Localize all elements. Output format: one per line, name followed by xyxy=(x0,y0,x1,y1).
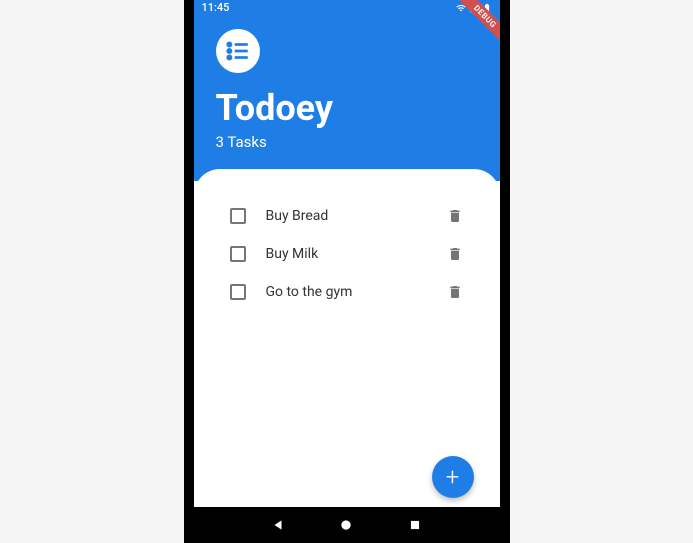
delete-button[interactable] xyxy=(446,283,464,301)
trash-icon xyxy=(447,246,463,262)
phone-frame: 11:45 DEBUG Todoey 3 Tasks xyxy=(184,0,510,543)
task-label: Buy Milk xyxy=(266,246,426,262)
task-row: Go to the gym xyxy=(220,273,474,311)
delete-button[interactable] xyxy=(446,245,464,263)
plus-icon: + xyxy=(446,463,460,491)
task-label: Go to the gym xyxy=(266,284,426,300)
nav-back-button[interactable] xyxy=(271,518,285,532)
phone-screen: 11:45 DEBUG Todoey 3 Tasks xyxy=(194,0,500,543)
square-recent-icon xyxy=(408,518,422,532)
nav-home-button[interactable] xyxy=(339,518,353,532)
trash-icon xyxy=(447,284,463,300)
android-nav-bar xyxy=(194,507,500,543)
task-checkbox[interactable] xyxy=(230,246,246,262)
task-row: Buy Milk xyxy=(220,235,474,273)
circle-home-icon xyxy=(339,518,353,532)
menu-button[interactable] xyxy=(216,29,260,73)
list-icon xyxy=(225,38,251,64)
task-checkbox[interactable] xyxy=(230,284,246,300)
delete-button[interactable] xyxy=(446,207,464,225)
status-bar: 11:45 xyxy=(194,0,500,15)
add-task-fab[interactable]: + xyxy=(432,456,474,498)
app-title: Todoey xyxy=(216,87,478,129)
task-count: 3 Tasks xyxy=(216,133,478,151)
task-label: Buy Bread xyxy=(266,208,426,224)
status-time: 11:45 xyxy=(202,1,230,14)
app-header: Todoey 3 Tasks xyxy=(194,15,500,181)
task-checkbox[interactable] xyxy=(230,208,246,224)
nav-recent-button[interactable] xyxy=(408,518,422,532)
task-row: Buy Bread xyxy=(220,197,474,235)
triangle-back-icon xyxy=(271,518,285,532)
trash-icon xyxy=(447,208,463,224)
